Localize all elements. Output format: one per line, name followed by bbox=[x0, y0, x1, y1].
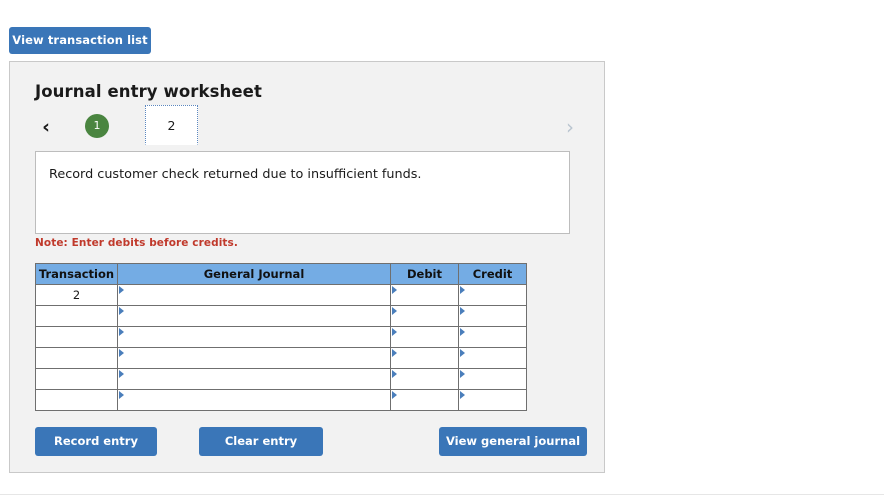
cell-credit[interactable] bbox=[458, 347, 527, 369]
cell-input-credit[interactable] bbox=[459, 327, 526, 347]
cell-general-journal[interactable] bbox=[117, 389, 391, 411]
cell-dropdown-marker-icon bbox=[119, 391, 124, 399]
cell-dropdown-marker-icon bbox=[392, 286, 397, 294]
cell-input-debit[interactable] bbox=[391, 390, 458, 410]
cell-input-credit[interactable] bbox=[459, 390, 526, 410]
cell-transaction[interactable] bbox=[35, 326, 118, 348]
cell-dropdown-marker-icon bbox=[392, 391, 397, 399]
cell-general-journal[interactable] bbox=[117, 368, 391, 390]
column-header-general-journal: General Journal bbox=[117, 263, 391, 285]
cell-transaction[interactable] bbox=[35, 347, 118, 369]
cell-debit[interactable] bbox=[390, 305, 459, 327]
cell-input-credit[interactable] bbox=[459, 369, 526, 389]
journal-entry-table: Transaction General Journal Debit Credit bbox=[35, 263, 527, 411]
cell-credit[interactable] bbox=[458, 368, 527, 390]
cell-transaction[interactable] bbox=[35, 305, 118, 327]
record-entry-button[interactable]: Record entry bbox=[35, 427, 157, 456]
page-title: Journal entry worksheet bbox=[35, 82, 262, 101]
cell-dropdown-marker-icon bbox=[119, 328, 124, 336]
cell-dropdown-marker-icon bbox=[460, 307, 465, 315]
worksheet-tab-1[interactable]: 1 bbox=[85, 114, 109, 138]
worksheet-tab-2[interactable]: 2 bbox=[145, 105, 198, 145]
page-divider bbox=[0, 494, 884, 495]
cell-input-general-journal[interactable] bbox=[118, 306, 390, 326]
cell-dropdown-marker-icon bbox=[392, 349, 397, 357]
cell-input-general-journal[interactable] bbox=[118, 348, 390, 368]
cell-general-journal[interactable] bbox=[117, 326, 391, 348]
cell-credit[interactable] bbox=[458, 389, 527, 411]
worksheet-action-bar: Record entry Clear entry View general jo… bbox=[35, 427, 587, 456]
cell-dropdown-marker-icon bbox=[119, 349, 124, 357]
cell-dropdown-marker-icon bbox=[119, 286, 124, 294]
cell-transaction[interactable] bbox=[35, 368, 118, 390]
cell-debit[interactable] bbox=[390, 326, 459, 348]
cell-input-transaction[interactable] bbox=[36, 306, 117, 326]
column-header-credit: Credit bbox=[458, 263, 527, 285]
cell-input-general-journal[interactable] bbox=[118, 369, 390, 389]
cell-dropdown-marker-icon bbox=[392, 370, 397, 378]
clear-entry-button[interactable]: Clear entry bbox=[199, 427, 323, 456]
cell-input-general-journal[interactable] bbox=[118, 327, 390, 347]
cell-input-debit[interactable] bbox=[391, 327, 458, 347]
cell-input-transaction[interactable] bbox=[36, 390, 117, 410]
cell-input-debit[interactable] bbox=[391, 306, 458, 326]
cell-input-debit[interactable] bbox=[391, 285, 458, 305]
cell-debit[interactable] bbox=[390, 284, 459, 306]
cell-dropdown-marker-icon bbox=[460, 328, 465, 336]
page-root: View transaction list Journal entry work… bbox=[0, 0, 884, 500]
cell-credit[interactable] bbox=[458, 305, 527, 327]
cell-credit[interactable] bbox=[458, 284, 527, 306]
table-row bbox=[35, 326, 527, 348]
cell-dropdown-marker-icon bbox=[392, 307, 397, 315]
cell-input-transaction[interactable] bbox=[36, 285, 117, 305]
table-row bbox=[35, 347, 527, 369]
cell-input-general-journal[interactable] bbox=[118, 390, 390, 410]
cell-dropdown-marker-icon bbox=[119, 307, 124, 315]
cell-transaction[interactable] bbox=[35, 284, 118, 306]
cell-input-credit[interactable] bbox=[459, 285, 526, 305]
view-general-journal-button[interactable]: View general journal bbox=[439, 427, 587, 456]
cell-dropdown-marker-icon bbox=[460, 286, 465, 294]
cell-dropdown-marker-icon bbox=[460, 349, 465, 357]
transaction-prompt-box: Record customer check returned due to in… bbox=[35, 151, 570, 234]
chevron-left-icon[interactable]: ‹ bbox=[35, 114, 57, 140]
column-header-transaction: Transaction bbox=[35, 263, 118, 285]
table-header-row: Transaction General Journal Debit Credit bbox=[35, 263, 527, 285]
cell-general-journal[interactable] bbox=[117, 305, 391, 327]
journal-entry-worksheet-panel: Journal entry worksheet ‹ 1 2 › Record c… bbox=[9, 61, 605, 473]
cell-dropdown-marker-icon bbox=[460, 370, 465, 378]
cell-dropdown-marker-icon bbox=[392, 328, 397, 336]
cell-transaction[interactable] bbox=[35, 389, 118, 411]
cell-debit[interactable] bbox=[390, 347, 459, 369]
cell-credit[interactable] bbox=[458, 326, 527, 348]
table-row bbox=[35, 368, 527, 390]
table-row bbox=[35, 389, 527, 411]
table-row bbox=[35, 305, 527, 327]
debits-before-credits-note: Note: Enter debits before credits. bbox=[35, 237, 238, 249]
cell-general-journal[interactable] bbox=[117, 347, 391, 369]
cell-dropdown-marker-icon bbox=[119, 370, 124, 378]
cell-debit[interactable] bbox=[390, 368, 459, 390]
view-transaction-list-button[interactable]: View transaction list bbox=[9, 27, 151, 54]
chevron-right-icon[interactable]: › bbox=[559, 114, 581, 140]
cell-input-transaction[interactable] bbox=[36, 369, 117, 389]
cell-general-journal[interactable] bbox=[117, 284, 391, 306]
worksheet-tabstrip: ‹ 1 2 › bbox=[35, 105, 581, 151]
column-header-debit: Debit bbox=[390, 263, 459, 285]
cell-input-credit[interactable] bbox=[459, 348, 526, 368]
transaction-prompt-text: Record customer check returned due to in… bbox=[49, 167, 422, 182]
cell-input-credit[interactable] bbox=[459, 306, 526, 326]
journal-entry-table-body bbox=[35, 284, 527, 411]
cell-input-transaction[interactable] bbox=[36, 348, 117, 368]
cell-dropdown-marker-icon bbox=[460, 391, 465, 399]
cell-input-general-journal[interactable] bbox=[118, 285, 390, 305]
cell-input-debit[interactable] bbox=[391, 348, 458, 368]
table-row bbox=[35, 284, 527, 306]
cell-input-transaction[interactable] bbox=[36, 327, 117, 347]
cell-input-debit[interactable] bbox=[391, 369, 458, 389]
cell-debit[interactable] bbox=[390, 389, 459, 411]
